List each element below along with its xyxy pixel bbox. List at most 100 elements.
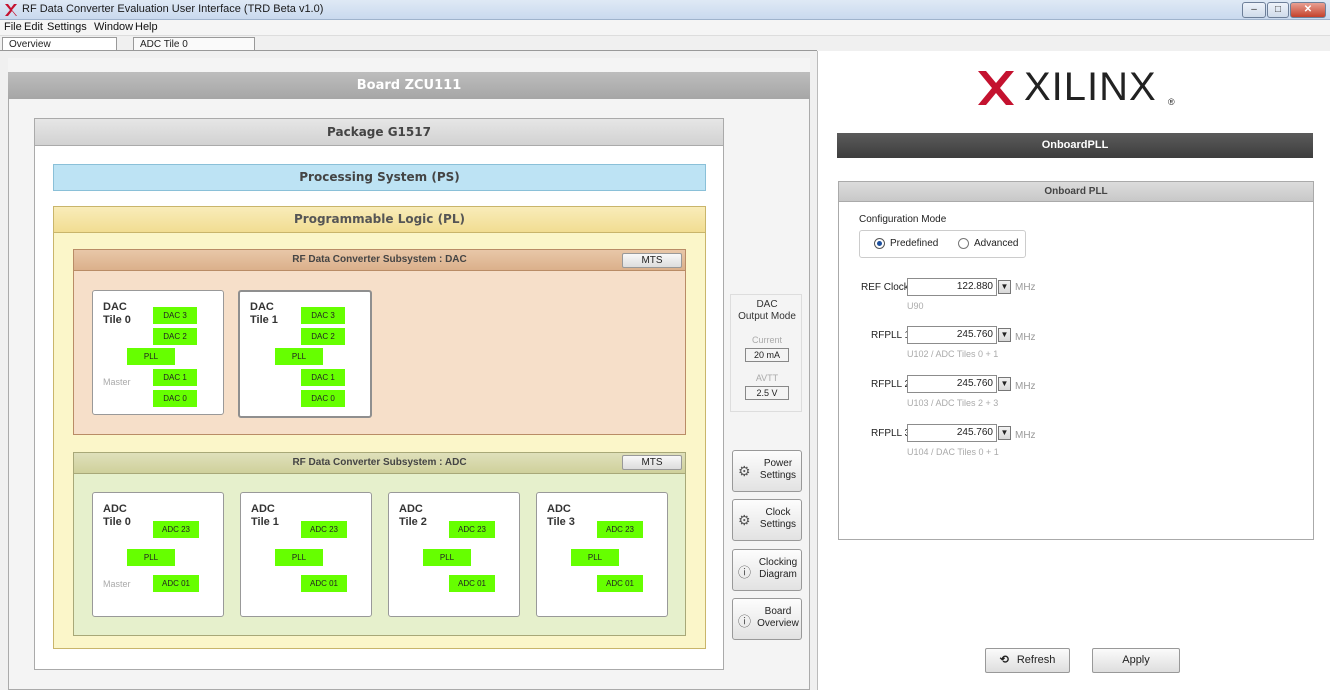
current-label: Current: [751, 335, 782, 345]
clock-settings-label: Clock Settings: [759, 507, 797, 530]
menu-help[interactable]: Help: [135, 21, 158, 33]
maximize-button[interactable]: □: [1267, 2, 1289, 18]
adc-tile-0[interactable]: ADC Tile 0 ADC 23 PLL Master ADC 01: [92, 492, 224, 617]
close-button[interactable]: ✕: [1290, 2, 1326, 18]
apply-button[interactable]: Apply: [1092, 648, 1180, 673]
dac-tile-1[interactable]: DAC Tile 1 DAC 3 DAC 2 PLL DAC 1 DAC 0: [238, 290, 372, 418]
menu-file[interactable]: File: [4, 21, 22, 33]
info-icon: ⓘ: [738, 614, 752, 629]
menu-settings[interactable]: Settings: [47, 21, 87, 33]
pll-chip[interactable]: PLL: [127, 549, 175, 566]
adc-mts-button[interactable]: MTS: [622, 455, 682, 470]
adc-chip[interactable]: ADC 23: [153, 521, 199, 538]
adc-tile-0-title: ADC Tile 0: [103, 503, 131, 528]
ref-clock-dropdown-icon[interactable]: ▼: [998, 280, 1011, 294]
pll-chip[interactable]: PLL: [423, 549, 471, 566]
menu-bar: File Edit Settings Window Help: [0, 20, 1330, 36]
pll-chip[interactable]: PLL: [127, 348, 175, 365]
pll-chip[interactable]: PLL: [571, 549, 619, 566]
adc-chip[interactable]: ADC 23: [449, 521, 495, 538]
onboard-pll-panel: Onboard PLL Configuration Mode Predefine…: [838, 181, 1314, 540]
dac-chip[interactable]: DAC 1: [153, 369, 197, 386]
minimize-button[interactable]: –: [1242, 2, 1266, 18]
dac-output-mode: DAC Output Mode Current 20 mA AVTT 2.5 V: [730, 294, 802, 412]
config-mode-label: Configuration Mode: [859, 214, 947, 225]
dac-tile-0[interactable]: DAC Tile 0 DAC 3 DAC 2 PLL Master DAC 1 D…: [92, 290, 224, 415]
dac-chip[interactable]: DAC 0: [301, 390, 345, 407]
adc-chip[interactable]: ADC 23: [597, 521, 643, 538]
clock-settings-button[interactable]: ⚙ Clock Settings: [732, 499, 802, 541]
ref-clock-unit: MHz: [1015, 282, 1036, 293]
xilinx-logo-icon: [5, 4, 17, 16]
dac-chip[interactable]: DAC 3: [153, 307, 197, 324]
clocking-diagram-label: Clocking Diagram: [758, 557, 798, 580]
adc-tile-2-title: ADC Tile 2: [399, 503, 427, 528]
refresh-icon: ⟲: [999, 654, 1009, 666]
master-label: Master: [103, 377, 131, 387]
advanced-label[interactable]: Advanced: [974, 238, 1018, 249]
adc-chip[interactable]: ADC 23: [301, 521, 347, 538]
dac-mts-button[interactable]: MTS: [622, 253, 682, 268]
rfpll2-dropdown-icon[interactable]: ▼: [998, 377, 1011, 391]
dac-chip[interactable]: DAC 2: [153, 328, 197, 345]
dac-chip[interactable]: DAC 1: [301, 369, 345, 386]
processing-system: Processing System (PS): [53, 164, 706, 191]
tab-overview[interactable]: Overview: [2, 37, 117, 51]
onboard-pll-panel-title: Onboard PLL: [839, 182, 1313, 202]
adc-tile-2[interactable]: ADC Tile 2 ADC 23 PLL ADC 01: [388, 492, 520, 617]
dac-tile-0-title: DAC Tile 0: [103, 301, 131, 326]
rfpll3-field[interactable]: 245.760: [907, 424, 997, 442]
refresh-label: Refresh: [1016, 654, 1056, 666]
power-settings-label: Power Settings: [759, 458, 797, 481]
dac-chip[interactable]: DAC 3: [301, 307, 345, 324]
rfpll3-dropdown-icon[interactable]: ▼: [998, 426, 1011, 440]
rfpll3-unit: MHz: [1015, 430, 1036, 441]
rfpll3-label: RFPLL 3: [871, 428, 911, 439]
power-settings-button[interactable]: ⚙ Power Settings: [732, 450, 802, 492]
ref-clock-field[interactable]: 122.880: [907, 278, 997, 296]
master-label: Master: [103, 579, 131, 589]
xilinx-wordmark: XILINX: [1024, 65, 1157, 109]
overview-panel: Board ZCU111 Package G1517 Processing Sy…: [8, 58, 810, 690]
advanced-radio[interactable]: [958, 238, 969, 249]
dac-output-mode-title: DAC Output Mode: [738, 299, 796, 322]
avtt-value[interactable]: 2.5 V: [745, 386, 789, 400]
rfpll3-hint: U104 / DAC Tiles 0 + 1: [907, 447, 999, 457]
ref-clock-label: REF Clock: [861, 282, 909, 293]
refresh-button[interactable]: ⟲ Refresh: [985, 648, 1070, 673]
ref-clock-hint: U90: [907, 301, 924, 311]
info-icon: ⓘ: [738, 565, 752, 580]
clocking-diagram-button[interactable]: ⓘ Clocking Diagram: [732, 549, 802, 591]
rfpll1-field[interactable]: 245.760: [907, 326, 997, 344]
gear-icon: ⚙: [738, 463, 751, 479]
pll-chip[interactable]: PLL: [275, 348, 323, 365]
rfpll1-dropdown-icon[interactable]: ▼: [998, 328, 1011, 342]
dac-chip[interactable]: DAC 2: [301, 328, 345, 345]
board-overview-button[interactable]: ⓘ Board Overview: [732, 598, 802, 640]
pll-chip[interactable]: PLL: [275, 549, 323, 566]
adc-tile-1[interactable]: ADC Tile 1 ADC 23 PLL ADC 01: [240, 492, 372, 617]
window-title: RF Data Converter Evaluation User Interf…: [22, 3, 324, 15]
menu-edit[interactable]: Edit: [24, 21, 43, 33]
adc-chip[interactable]: ADC 01: [301, 575, 347, 592]
adc-chip[interactable]: ADC 01: [449, 575, 495, 592]
adc-chip[interactable]: ADC 01: [597, 575, 643, 592]
dac-chip[interactable]: DAC 0: [153, 390, 197, 407]
settings-panel: XILINX ® OnboardPLL Onboard PLL Configur…: [817, 51, 1330, 690]
predefined-radio[interactable]: [874, 238, 885, 249]
adc-tile-3-title: ADC Tile 3: [547, 503, 575, 528]
rfpll2-hint: U103 / ADC Tiles 2 + 3: [907, 398, 999, 408]
menu-window[interactable]: Window: [94, 21, 133, 33]
predefined-label[interactable]: Predefined: [890, 238, 938, 249]
tab-adc-tile-0[interactable]: ADC Tile 0: [133, 37, 255, 51]
dac-subsystem-header: RF Data Converter Subsystem : DAC: [73, 249, 686, 271]
current-value[interactable]: 20 mA: [745, 348, 789, 362]
rfpll2-label: RFPLL 2: [871, 379, 911, 390]
rfpll2-field[interactable]: 245.760: [907, 375, 997, 393]
adc-tile-3[interactable]: ADC Tile 3 ADC 23 PLL ADC 01: [536, 492, 668, 617]
dac-tile-1-title: DAC Tile 1: [250, 301, 278, 326]
adc-chip[interactable]: ADC 01: [153, 575, 199, 592]
registered-mark: ®: [1168, 97, 1175, 107]
programmable-logic-header: Programmable Logic (PL): [53, 206, 706, 233]
board-header: Board ZCU111: [8, 72, 810, 99]
